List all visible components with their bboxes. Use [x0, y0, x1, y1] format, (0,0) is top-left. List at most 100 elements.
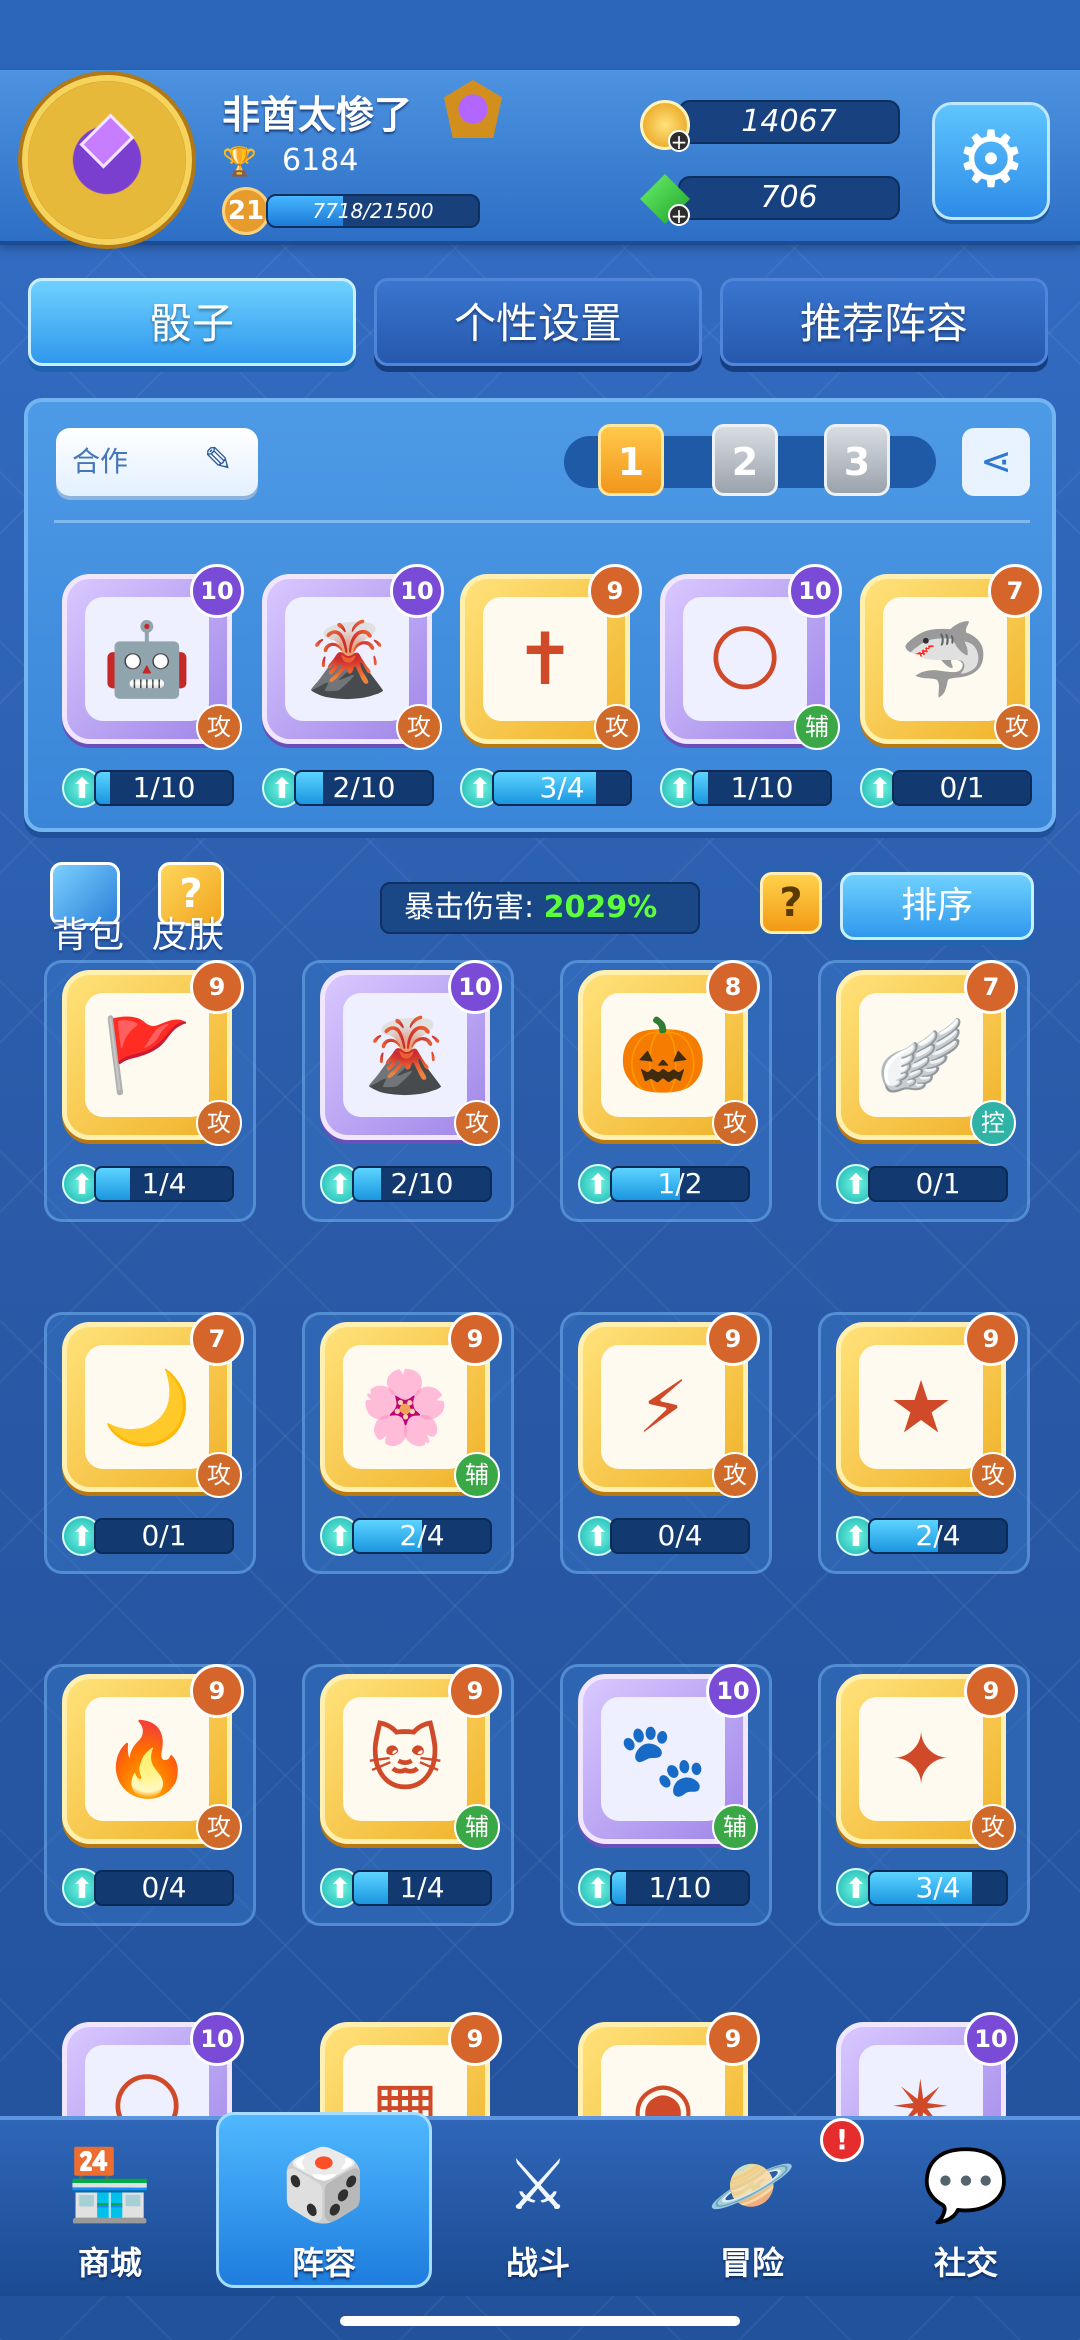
dice-type-badge: 攻 — [970, 1452, 1016, 1498]
dice-level-badge: 10 — [706, 1664, 760, 1718]
tab-recommended-decks[interactable]: 推荐阵容 — [720, 278, 1048, 366]
xp-bar: 7718/21500 — [266, 194, 480, 228]
shop-icon: 🏪 — [66, 2144, 154, 2226]
nav-item-battle[interactable]: ⚔ 战斗 — [438, 2130, 638, 2290]
dice-type-badge: 攻 — [712, 1452, 758, 1498]
dice-type-badge: 辅 — [454, 1452, 500, 1498]
upgrade-progress-text: 0/4 — [657, 1519, 703, 1552]
add-gems-icon[interactable]: + — [668, 204, 690, 226]
deck-slot-2[interactable]: 2 — [712, 424, 778, 496]
upgrade-progress-text: 3/4 — [539, 771, 585, 804]
nav-item-social[interactable]: 💬 社交 — [866, 2130, 1066, 2290]
crit-damage-value: 2029% — [543, 890, 658, 925]
trophy-icon: 🏆 — [222, 145, 257, 178]
upgrade-progress-text: 0/1 — [141, 1519, 187, 1552]
upgrade-progress-bar: 2/10 — [294, 770, 434, 806]
dice-type-badge: 辅 — [712, 1804, 758, 1850]
planet-icon: 🪐 — [708, 2144, 796, 2226]
dice-level-badge: 10 — [788, 564, 842, 618]
player-avatar[interactable] — [22, 75, 192, 245]
dice-type-badge: 攻 — [970, 1804, 1016, 1850]
upgrade-progress-text: 1/10 — [648, 1871, 712, 1904]
level-badge: 21 — [222, 187, 270, 235]
status-bar — [0, 0, 1080, 70]
upgrade-progress-bar: 2/10 — [352, 1166, 492, 1202]
upgrade-progress-bar: 2/4 — [352, 1518, 492, 1554]
player-name: 非酋太惨了 — [222, 93, 413, 137]
dice-level-badge: 9 — [964, 1664, 1018, 1718]
upgrade-progress-text: 2/4 — [399, 1519, 445, 1552]
nav-item-shop[interactable]: 🏪 商城 — [10, 2130, 210, 2290]
dice-type-badge: 攻 — [196, 704, 242, 750]
upgrade-progress-bar: 1/4 — [352, 1870, 492, 1906]
chat-icon: 💬 — [922, 2144, 1010, 2226]
crit-damage-box: 暴击伤害: 2029% — [380, 882, 700, 934]
dice-level-badge: 7 — [190, 1312, 244, 1366]
upgrade-progress-bar: 0/4 — [610, 1518, 750, 1554]
skin-label[interactable]: 皮肤 — [152, 906, 224, 958]
dice-level-badge: 10 — [448, 960, 502, 1014]
deck-slot-3[interactable]: 3 — [824, 424, 890, 496]
nav-label: 商城 — [77, 2244, 142, 2282]
sort-button[interactable]: 排序 — [840, 872, 1034, 940]
xp-text: 7718/21500 — [312, 199, 434, 223]
dice-level-badge: 9 — [448, 2012, 502, 2066]
pumpkin-icon: 🎃 — [601, 993, 725, 1117]
upgrade-progress-bar: 3/4 — [868, 1870, 1008, 1906]
upgrade-progress-bar: 1/4 — [94, 1166, 234, 1202]
nav-label: 社交 — [933, 2244, 998, 2282]
tab-personalize[interactable]: 个性设置 — [374, 278, 702, 366]
dice-level-badge: 7 — [988, 564, 1042, 618]
moon-icon: 🌕 — [683, 597, 807, 721]
golden-crown-icon: ✦ — [859, 1697, 983, 1821]
crossed-swords-icon: ⚔ — [506, 2144, 570, 2226]
deck-slot-1[interactable]: 1 — [598, 424, 664, 496]
dice-type-badge: 攻 — [396, 704, 442, 750]
dice-type-badge: 辅 — [454, 1804, 500, 1850]
dice-level-badge: 10 — [190, 2012, 244, 2066]
nav-item-adventure[interactable]: 🪐 冒险 — [652, 2130, 852, 2290]
dice-level-badge: 9 — [190, 1664, 244, 1718]
upgrade-progress-text: 1/10 — [730, 771, 794, 804]
dice-type-badge: 控 — [970, 1100, 1016, 1146]
dice-type-badge: 攻 — [196, 1804, 242, 1850]
dice-level-badge: 9 — [588, 564, 642, 618]
upgrade-progress-text: 1/4 — [399, 1871, 445, 1904]
upgrade-progress-text: 0/1 — [939, 771, 985, 804]
settings-button[interactable]: ⚙ — [932, 102, 1050, 220]
dice-level-badge: 10 — [964, 2012, 1018, 2066]
star-icon: ★ — [859, 1345, 983, 1469]
upgrade-progress-bar: 0/4 — [94, 1870, 234, 1906]
dice-type-badge: 辅 — [794, 704, 840, 750]
upgrade-progress-text: 2/10 — [332, 771, 396, 804]
dice-type-badge: 攻 — [712, 1100, 758, 1146]
deck-divider — [54, 520, 1030, 523]
paw-print-icon: 🐾 — [601, 1697, 725, 1821]
home-indicator[interactable] — [340, 2316, 740, 2326]
dice-type-badge: 攻 — [594, 704, 640, 750]
dice-type-badge: 攻 — [454, 1100, 500, 1146]
sakura-icon: 🌸 — [343, 1345, 467, 1469]
add-gold-icon[interactable]: + — [668, 130, 690, 152]
help-button[interactable]: ? — [760, 872, 822, 934]
tab-dice[interactable]: 骰子 — [28, 278, 356, 366]
upgrade-progress-text: 2/10 — [390, 1167, 454, 1200]
avatar-gem-icon — [79, 113, 135, 169]
upgrade-progress-text: 0/4 — [141, 1871, 187, 1904]
shark-icon: 🦈 — [883, 597, 1007, 721]
dice-level-badge: 7 — [964, 960, 1018, 1014]
upgrade-progress-bar: 2/4 — [868, 1518, 1008, 1554]
moon-fairy-icon: 🌙 — [85, 1345, 209, 1469]
wing-icon: 🪽 — [859, 993, 983, 1117]
bag-label[interactable]: 背包 — [52, 906, 124, 958]
upgrade-progress-bar: 0/1 — [94, 1518, 234, 1554]
upgrade-progress-text: 0/1 — [915, 1167, 961, 1200]
dice-level-badge: 9 — [706, 2012, 760, 2066]
share-icon[interactable]: ⋖ — [962, 428, 1030, 496]
robot-icon: 🤖 — [85, 597, 209, 721]
dice-level-badge: 10 — [190, 564, 244, 618]
nav-item-lineup[interactable]: 🎲 阵容 — [224, 2130, 424, 2290]
gear-icon: ⚙ — [956, 115, 1026, 205]
dice-icon: 🎲 — [280, 2144, 368, 2226]
pencil-icon[interactable]: ✎ — [204, 440, 233, 480]
